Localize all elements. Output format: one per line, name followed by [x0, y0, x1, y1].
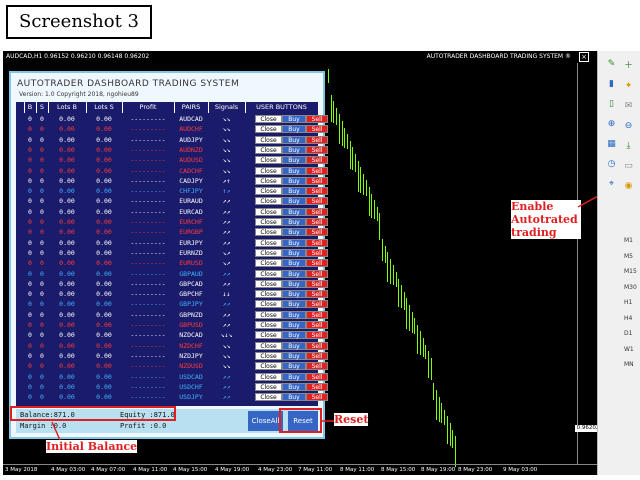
timeframe-m5[interactable]: M5: [624, 253, 633, 260]
candle-icon[interactable]: ▯: [606, 99, 617, 110]
message-icon[interactable]: ✉: [623, 101, 634, 112]
period-icon[interactable]: ◷: [606, 159, 617, 170]
timeframe-w1[interactable]: W1: [624, 346, 634, 353]
shift-icon[interactable]: ⤓: [623, 141, 634, 152]
pen-icon[interactable]: ✎: [606, 59, 617, 70]
profile-icon[interactable]: ✦: [623, 81, 634, 92]
timeframe-d1[interactable]: D1: [624, 330, 632, 337]
timeframe-m30[interactable]: M30: [624, 284, 637, 291]
zoom-out-icon[interactable]: ⊖: [623, 121, 634, 132]
crosshair-icon[interactable]: ⌖: [606, 179, 617, 190]
timeframe-h4[interactable]: H4: [624, 315, 632, 322]
balance-arrow: [51, 421, 61, 441]
autotrade-icon[interactable]: ◉: [623, 181, 634, 192]
zoom-in-icon[interactable]: ⊕: [606, 119, 617, 130]
annotation-arrows: [51, 194, 601, 441]
timeframe-m1[interactable]: M1: [624, 237, 633, 244]
timeframe-h1[interactable]: H1: [624, 299, 632, 306]
timeframe-m15[interactable]: M15: [624, 268, 637, 275]
template-icon[interactable]: ▭: [623, 161, 634, 172]
bar-chart-icon[interactable]: ▮: [606, 79, 617, 90]
grid-icon[interactable]: ▦: [606, 139, 617, 150]
timeframe-mn[interactable]: MN: [624, 361, 634, 368]
side-toolbar: ✎ ＋ ▮ ✦ ▯ ✉ ⊕ ⊖ ▦ ⤓ ◷ ▭ ⌖ ◉: [597, 51, 640, 475]
new-chart-icon[interactable]: ＋: [623, 61, 634, 72]
